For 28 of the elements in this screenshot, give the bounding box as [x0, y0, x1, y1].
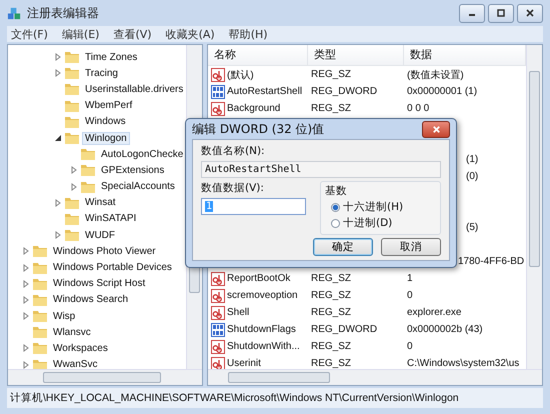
- window-title: 注册表编辑器: [27, 4, 99, 22]
- value-type: REG_SZ: [311, 358, 352, 369]
- value-data: (0): [466, 171, 478, 182]
- group-label: 基数: [325, 184, 348, 198]
- value-type: REG_SZ: [311, 307, 352, 318]
- value-data: explorer.exe: [407, 307, 462, 318]
- value-data: 0 0 0: [407, 103, 430, 114]
- value-type: REG_SZ: [311, 290, 352, 301]
- key-path: 计算机\HKEY_LOCAL_MACHINE\SOFTWARE\Microsoft\Windows NT\CurrentVersion\Winlogon: [10, 391, 459, 405]
- value-data: C:\Windows\system32\us: [407, 358, 520, 369]
- value-type: REG_SZ: [311, 69, 352, 80]
- field-label: 数值名称(N):: [201, 144, 266, 158]
- value-data: (数值未设置): [407, 68, 464, 82]
- value-data: 0: [407, 341, 413, 352]
- value-data: 0x00000001 (1): [407, 86, 478, 97]
- value-type: REG_SZ: [311, 273, 352, 284]
- value-type: REG_SZ: [311, 103, 352, 114]
- value-data: 1780-4FF6-BD: [458, 256, 524, 267]
- value-type: REG_DWORD: [311, 324, 378, 335]
- value-data: 0: [407, 290, 413, 301]
- value-type: REG_DWORD: [311, 86, 378, 97]
- value-data: 1: [407, 273, 413, 284]
- field-label: 数值数据(V):: [201, 181, 265, 195]
- value-data: (5): [466, 222, 478, 233]
- value-type: REG_SZ: [311, 341, 352, 352]
- value-data: (1): [466, 154, 478, 165]
- dialog-title: 编辑 DWORD (32 位)值: [192, 120, 324, 138]
- value-data: 0x0000002b (43): [407, 324, 483, 335]
